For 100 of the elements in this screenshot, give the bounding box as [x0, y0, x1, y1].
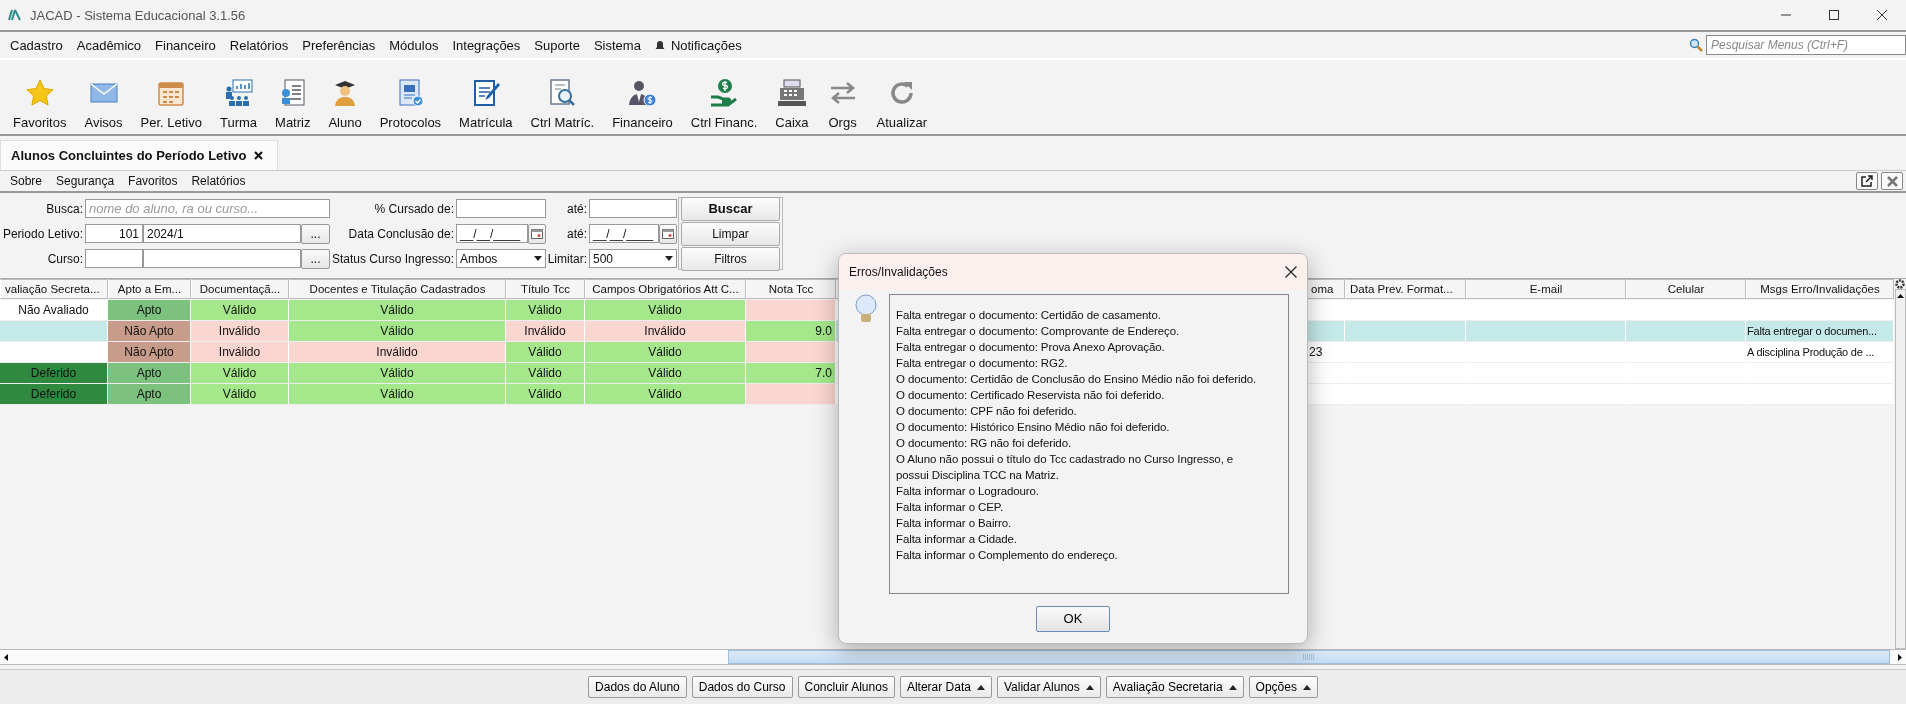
toolbar-button[interactable]: Orgs	[817, 77, 868, 130]
status-dropdown[interactable]: Ambos	[456, 249, 546, 268]
input-field[interactable]: 101	[85, 224, 143, 243]
error-message: O documento: Certificado Reservista não foi deferido.	[896, 388, 1166, 403]
filter-button[interactable]: Buscar	[681, 196, 780, 221]
column-header[interactable]: Título Tcc	[506, 279, 585, 299]
horizontal-scrollbar[interactable]	[0, 649, 1906, 665]
menu-item[interactable]: Relatórios	[184, 174, 253, 188]
column-header[interactable]: Apto a Em...	[108, 279, 191, 299]
footer-button[interactable]: Alterar Data	[899, 676, 992, 698]
bell-icon	[654, 39, 665, 51]
menu-item[interactable]: Sistema	[586, 37, 648, 53]
close-icon[interactable]	[1285, 266, 1297, 278]
calendar-button[interactable]	[659, 223, 677, 244]
menu-item[interactable]: Preferências	[295, 37, 383, 53]
error-message: O documento: CPF não foi deferido.	[896, 404, 1078, 419]
menu-item[interactable]: Financeiro	[148, 37, 223, 53]
menu-item[interactable]: Segurança	[49, 174, 122, 188]
ok-button[interactable]: OK	[1036, 605, 1110, 632]
gear-icon[interactable]	[1895, 279, 1905, 289]
input-field[interactable]: __/__/____	[456, 224, 528, 243]
footer-button[interactable]: Validar Alunos	[996, 676, 1101, 698]
error-message: Falta entregar o documento: Comprovante de Endereço.	[896, 324, 1181, 339]
toolbar-button[interactable]: Aluno	[319, 77, 371, 130]
tab[interactable]: Alunos Concluintes do Período Letivo	[0, 140, 279, 170]
toolbar-button[interactable]: Ctrl Matríc.	[521, 77, 604, 130]
toolbar-button[interactable]: Favoritos	[4, 77, 76, 130]
footer-button[interactable]: Dados do Aluno	[588, 676, 687, 698]
toolbar-button[interactable]: Caixa	[766, 77, 818, 130]
table-cell: Deferido	[0, 363, 108, 384]
menu-item[interactable]: Relatórios	[222, 37, 296, 53]
column-header[interactable]: Docentes e Titulação Cadastrados	[289, 279, 506, 299]
menu-item[interactable]: Sobre	[3, 174, 50, 188]
input-field[interactable]	[143, 249, 301, 268]
close-panel-button[interactable]	[1881, 172, 1903, 190]
toolbar-button[interactable]: Turma	[210, 77, 267, 130]
table-cell: A disciplina Produção de ...	[1746, 342, 1894, 363]
footer-button[interactable]: Avaliação Secretaria	[1105, 676, 1244, 698]
table-cell: Apto	[108, 363, 191, 384]
filter-button[interactable]: Limpar	[681, 221, 780, 246]
table-cell: Apto	[108, 300, 191, 321]
column-header[interactable]: Data Prev. Format...	[1345, 279, 1466, 299]
toolbar-button[interactable]: Matrícula	[450, 77, 522, 130]
menu-search-field[interactable]: Pesquisar Menus (Ctrl+F)	[1706, 35, 1906, 55]
footer-button[interactable]: Concluir Alunos	[797, 676, 895, 698]
column-header[interactable]: oma	[1306, 279, 1345, 299]
table-cell: Válido	[506, 300, 585, 321]
table-cell: Apto	[108, 384, 191, 405]
close-icon[interactable]	[254, 151, 264, 160]
column-header[interactable]: E-mail	[1466, 279, 1626, 299]
menu-item[interactable]: Favoritos	[121, 174, 185, 188]
external-link-icon	[1861, 175, 1873, 187]
table-cell: Válido	[585, 384, 746, 405]
column-header[interactable]: Celular	[1626, 279, 1746, 299]
field-label: Curso:	[46, 251, 84, 266]
footer-button[interactable]: Opções	[1248, 676, 1318, 698]
vertical-scrollbar[interactable]	[1894, 289, 1906, 649]
lookup-button[interactable]: ...	[301, 248, 330, 269]
menu-item[interactable]: Cadastro	[3, 37, 70, 53]
input-field[interactable]	[85, 249, 143, 268]
close-icon[interactable]	[1877, 10, 1887, 20]
footer-button[interactable]: Dados do Curso	[691, 676, 793, 698]
notifications-menu[interactable]: Notificações	[647, 37, 749, 53]
column-header[interactable]: valiação Secreta...	[0, 279, 108, 299]
table-cell: Válido	[289, 384, 506, 405]
dropdown-arrow-icon	[534, 256, 542, 261]
filter-button[interactable]: Filtros	[681, 246, 780, 271]
toolbar-button[interactable]: Per. Letivo	[131, 77, 211, 130]
column-header[interactable]: Documentaçã...	[191, 279, 289, 299]
column-header[interactable]: Nota Tcc	[746, 279, 836, 299]
input-field[interactable]	[456, 199, 546, 218]
limit-dropdown[interactable]: 500	[589, 249, 677, 268]
grip-icon	[1302, 654, 1316, 660]
lookup-button[interactable]: ...	[301, 223, 330, 244]
menu-item[interactable]: Suporte	[527, 37, 587, 53]
close-icon	[1886, 175, 1898, 187]
table-cell: Válido	[191, 363, 289, 384]
toolbar-button[interactable]: Matriz	[266, 77, 320, 130]
toolbar-button[interactable]: Protocolos	[370, 77, 451, 130]
detach-button[interactable]	[1856, 172, 1878, 190]
table-cell: Válido	[289, 321, 506, 342]
search-icon	[1689, 38, 1703, 52]
toolbar-button[interactable]: Atualizar	[867, 77, 937, 130]
scrollbar-thumb[interactable]	[728, 650, 1890, 664]
column-header[interactable]: Campos Obrigatórios Att C...	[585, 279, 746, 299]
column-header[interactable]: Msgs Erro/Invalidações	[1746, 279, 1894, 299]
toolbar-button[interactable]: Ctrl Financ.	[681, 77, 767, 130]
menu-item[interactable]: Módulos	[382, 37, 446, 53]
input-field[interactable]: 2024/1	[143, 224, 301, 243]
menu-item[interactable]: Integrações	[445, 37, 528, 53]
toolbar-button[interactable]: Financeiro	[603, 77, 682, 130]
dropdown-arrow-icon	[665, 256, 673, 261]
input-field[interactable]: __/__/____	[589, 224, 659, 243]
calendar-button[interactable]	[528, 223, 546, 244]
toolbar-button[interactable]: Avisos	[75, 77, 132, 130]
left-arrow-icon	[4, 653, 8, 661]
input-field[interactable]	[589, 199, 677, 218]
maximize-icon[interactable]	[1829, 10, 1839, 20]
menu-item[interactable]: Acadêmico	[69, 37, 149, 53]
error-message: Falta entregar o documento: Certidão de casamento.	[896, 308, 1162, 323]
